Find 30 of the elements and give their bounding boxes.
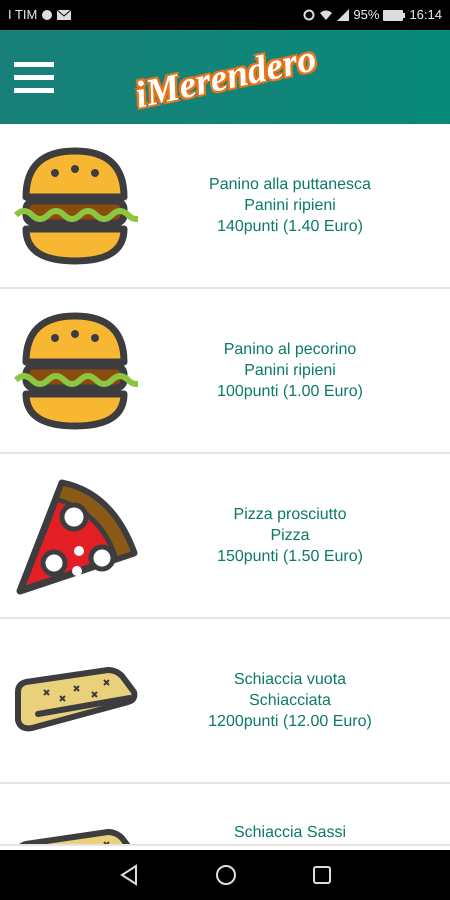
product-row[interactable]: Panino al pecorino Panini ripieni 100punti (1.00 Euro) [0, 289, 450, 454]
product-category: Panini ripieni [244, 196, 336, 216]
product-category: Pizza [270, 526, 310, 546]
product-row[interactable]: Panino alla puttanesca Panini ripieni 140punti (1.40 Euro) [0, 124, 450, 289]
product-price: 1200punti (12.00 Euro) [208, 712, 372, 732]
product-name: Panino alla puttanesca [209, 175, 371, 195]
app-logo: iMerendero [130, 36, 321, 118]
product-category: Schiacciata [249, 691, 331, 711]
back-button[interactable] [118, 864, 140, 886]
burger-icon [12, 144, 138, 266]
product-price: 150punti (1.50 Euro) [217, 547, 363, 567]
battery-icon [383, 10, 406, 20]
home-button[interactable] [215, 864, 237, 886]
product-category: Panini ripieni [244, 361, 336, 381]
mail-icon [57, 10, 72, 20]
product-price: 140punti (1.40 Euro) [217, 217, 363, 237]
product-row[interactable]: Schiaccia vuota Schiacciata 1200punti (12.00 Euro) [0, 619, 450, 784]
recents-button[interactable] [312, 865, 332, 885]
product-price: 100punti (1.00 Euro) [217, 382, 363, 402]
product-row[interactable]: Pizza prosciutto Pizza 150punti (1.50 Euro) [0, 454, 450, 619]
battery-percent: 95% [353, 6, 380, 24]
wifi-icon [319, 9, 334, 21]
product-name: Schiaccia Sassi [234, 823, 346, 843]
product-name: Pizza prosciutto [234, 505, 346, 525]
carrier-label: I TIM [8, 6, 38, 24]
product-name: Schiaccia vuota [234, 670, 346, 690]
burger-icon [12, 310, 138, 432]
product-name: Panino al pecorino [224, 340, 356, 360]
clock-time: 16:14 [409, 6, 442, 24]
signal-icon [337, 9, 350, 21]
